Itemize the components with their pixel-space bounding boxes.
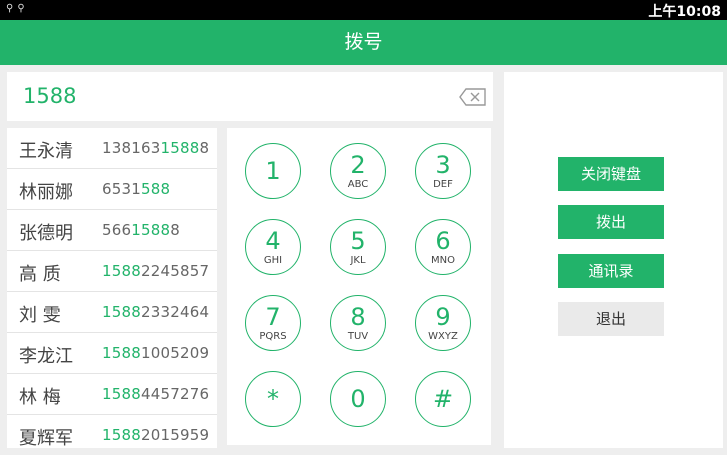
dial-button[interactable]: 拨出 bbox=[558, 205, 664, 239]
key-3[interactable]: 3 DEF bbox=[415, 143, 471, 199]
key-digit: 5 bbox=[350, 227, 366, 255]
phone-match: 588 bbox=[140, 180, 171, 198]
action-panel: 关闭键盘 拨出 通讯录 退出 bbox=[504, 72, 723, 448]
status-time: 上午10:08 bbox=[648, 4, 721, 20]
key-digit: 6 bbox=[435, 227, 451, 255]
key-letters: PQRS bbox=[259, 331, 287, 342]
phone-suffix: 1005209 bbox=[140, 344, 210, 362]
close-keyboard-button[interactable]: 关闭键盘 bbox=[558, 157, 664, 191]
contact-row[interactable]: 李龙江 15881005209 bbox=[7, 333, 217, 374]
key-digit: 8 bbox=[350, 303, 366, 331]
phone-prefix: 566 bbox=[102, 221, 132, 239]
status-icons: ⚲⚲ bbox=[6, 3, 29, 14]
key-letters: TUV bbox=[347, 331, 369, 342]
phone-suffix: 8 bbox=[199, 139, 210, 157]
contact-row[interactable]: 张德明 56615888 bbox=[7, 210, 217, 251]
contact-phone: 56615888 bbox=[102, 221, 180, 239]
key-digit: 2 bbox=[350, 151, 366, 179]
key-digit: 3 bbox=[435, 151, 451, 179]
usb-icon: ⚲ bbox=[6, 3, 18, 14]
key-letters: MNO bbox=[431, 255, 455, 266]
key-digit: 9 bbox=[435, 303, 451, 331]
phone-prefix: 138163 bbox=[102, 139, 161, 157]
contact-row[interactable]: 夏辉军 15882015959 bbox=[7, 415, 217, 448]
key-letters: ABC bbox=[347, 179, 369, 190]
phone-match: 1588 bbox=[102, 303, 141, 321]
phone-match: 1588 bbox=[102, 344, 141, 362]
key-2[interactable]: 2 ABC bbox=[330, 143, 386, 199]
key-4[interactable]: 4 GHI bbox=[245, 219, 301, 275]
key-8[interactable]: 8 TUV bbox=[330, 295, 386, 351]
dialed-number: 1588 bbox=[23, 84, 77, 108]
contact-row[interactable]: 林 梅 15884457276 bbox=[7, 374, 217, 415]
phone-suffix: 2332464 bbox=[140, 303, 210, 321]
key-letters: GHI bbox=[263, 255, 283, 266]
phone-match: 1588 bbox=[102, 385, 141, 403]
phone-suffix: 2015959 bbox=[140, 426, 210, 444]
contact-phone: 15881005209 bbox=[102, 344, 209, 362]
contact-row[interactable]: 刘 雯 15882332464 bbox=[7, 292, 217, 333]
phone-suffix: 4457276 bbox=[140, 385, 210, 403]
contact-name: 林丽娜 bbox=[19, 182, 73, 203]
key-letters: DEF bbox=[433, 179, 453, 190]
contact-name: 王永清 bbox=[19, 141, 73, 162]
phone-match: 1588 bbox=[102, 262, 141, 280]
contact-name: 林 梅 bbox=[19, 387, 61, 408]
contact-name: 刘 雯 bbox=[19, 305, 61, 326]
key-hash[interactable]: # bbox=[415, 371, 471, 427]
backspace-icon[interactable] bbox=[459, 88, 487, 106]
phone-suffix: 2245857 bbox=[140, 262, 210, 280]
phone-prefix: 6531 bbox=[102, 180, 141, 198]
contact-name: 张德明 bbox=[19, 223, 73, 244]
contact-phone: 13816315888 bbox=[102, 139, 209, 157]
contact-row[interactable]: 高 质 15882245857 bbox=[7, 251, 217, 292]
status-bar: ⚲⚲ 上午10:08 bbox=[0, 0, 727, 20]
contact-list[interactable]: 王永清 13816315888 林丽娜 6531588 张德明 56615888 高 质 15… bbox=[7, 128, 217, 448]
key-digit: 4 bbox=[265, 227, 281, 255]
contact-phone: 15882015959 bbox=[102, 426, 209, 444]
key-5[interactable]: 5 JKL bbox=[330, 219, 386, 275]
key-6[interactable]: 6 MNO bbox=[415, 219, 471, 275]
dial-keypad: 1 2 ABC 3 DEF 4 GHI 5 JKL 6 MNO 7 PQRS 8 TUV 9 WXYZ * 0 # bbox=[227, 128, 491, 445]
contact-name: 夏辉军 bbox=[19, 428, 73, 448]
phone-match: 1588 bbox=[131, 221, 171, 239]
exit-button[interactable]: 退出 bbox=[558, 302, 664, 336]
contact-phone: 15884457276 bbox=[102, 385, 209, 403]
contact-row[interactable]: 林丽娜 6531588 bbox=[7, 169, 217, 210]
key-digit: 7 bbox=[265, 303, 281, 331]
key-0[interactable]: 0 bbox=[330, 371, 386, 427]
key-star[interactable]: * bbox=[245, 371, 301, 427]
usb-debug-icon: ⚲ bbox=[17, 3, 29, 14]
contact-name: 李龙江 bbox=[19, 346, 73, 367]
contact-row[interactable]: 王永清 13816315888 bbox=[7, 128, 217, 169]
key-digit: # bbox=[432, 385, 454, 413]
contact-phone: 6531588 bbox=[102, 180, 170, 198]
key-1[interactable]: 1 bbox=[245, 143, 301, 199]
key-letters: JKL bbox=[350, 255, 366, 266]
number-display: 1588 bbox=[7, 72, 493, 121]
phone-match: 1588 bbox=[102, 426, 141, 444]
phone-suffix: 8 bbox=[170, 221, 180, 239]
key-letters: WXYZ bbox=[428, 331, 458, 342]
contact-phone: 15882245857 bbox=[102, 262, 209, 280]
contact-name: 高 质 bbox=[19, 264, 61, 285]
key-7[interactable]: 7 PQRS bbox=[245, 295, 301, 351]
key-digit: * bbox=[267, 385, 279, 413]
contact-phone: 15882332464 bbox=[102, 303, 209, 321]
contacts-button[interactable]: 通讯录 bbox=[558, 254, 664, 288]
key-digit: 0 bbox=[350, 385, 366, 413]
page-title: 拨号 bbox=[0, 20, 727, 65]
phone-match: 1588 bbox=[160, 139, 200, 157]
key-9[interactable]: 9 WXYZ bbox=[415, 295, 471, 351]
key-digit: 1 bbox=[265, 157, 281, 185]
